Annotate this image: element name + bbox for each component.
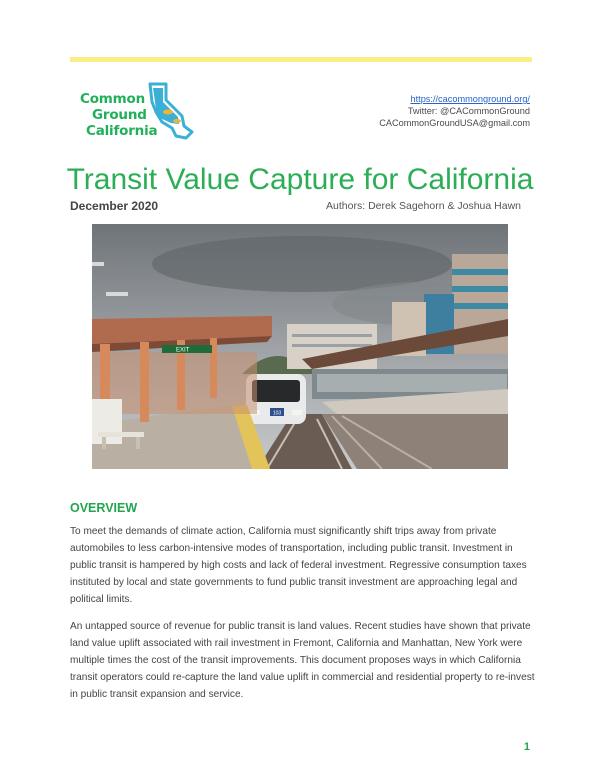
overview-paragraph-2: An untapped source of revenue for public…	[70, 621, 535, 700]
logo-text-ground: Ground	[92, 107, 147, 123]
document-date: December 2020	[70, 199, 159, 213]
platform-bench	[98, 432, 144, 437]
document-title: Transit Value Capture for California	[66, 163, 534, 196]
twitter-handle: Twitter: @CACommonGround	[407, 106, 530, 116]
station-illustration: 103 EXIT	[92, 224, 508, 469]
bart-station-photo: 103 EXIT	[92, 224, 508, 469]
logo-text-common: Common	[80, 91, 146, 107]
email-address[interactable]: CACommonGroundUSA@gmail.com	[379, 117, 530, 129]
train-number: 103	[273, 411, 282, 417]
contact-info: https://cacommonground.org/ Twitter: @CA…	[379, 93, 530, 129]
section-heading: OVERVIEW	[70, 501, 138, 515]
document-authors: Authors: Derek Sagehorn & Joshua Hawn	[326, 200, 521, 212]
overview-paragraph-1: To meet the demands of climate action, C…	[70, 526, 527, 605]
exit-sign-text: EXIT	[176, 348, 190, 354]
website-link[interactable]: https://cacommonground.org/	[379, 93, 530, 105]
common-ground-logo: Common Ground California	[80, 82, 195, 140]
california-map-icon	[148, 82, 194, 140]
top-accent-bar	[70, 57, 532, 62]
page-number: 1	[523, 741, 530, 753]
